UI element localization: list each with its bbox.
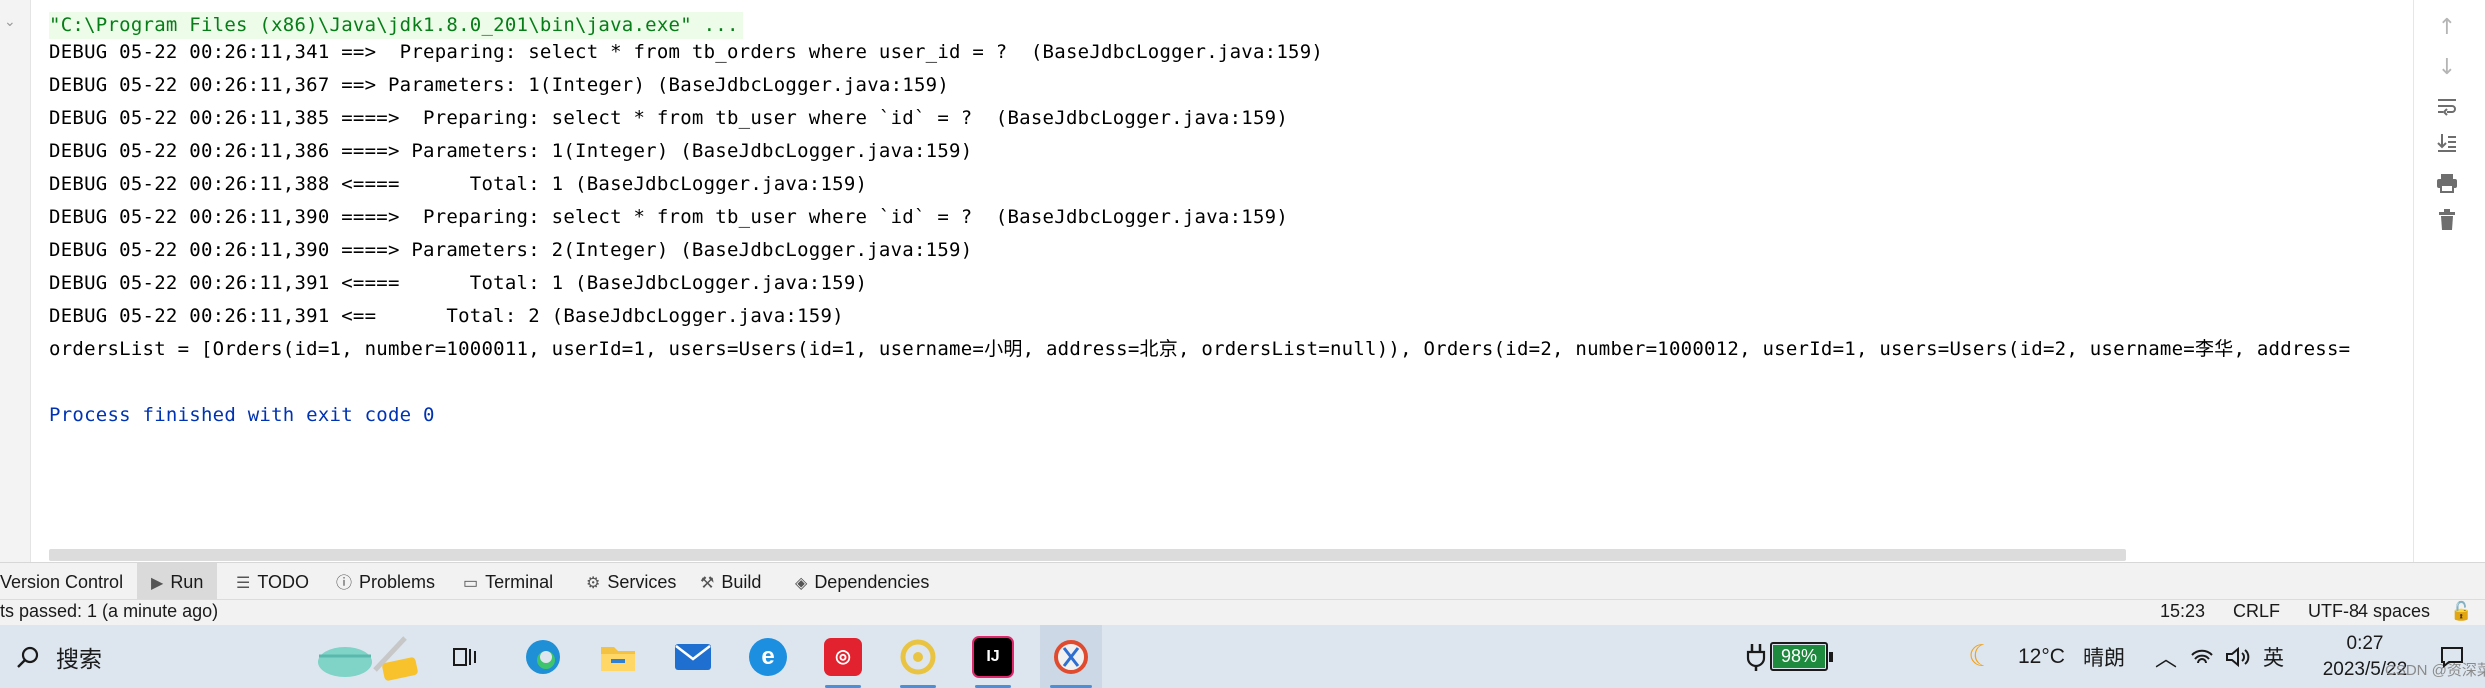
tab-build[interactable]: ⚒ Build	[700, 563, 761, 600]
scroll-up-icon[interactable]: ↑	[2432, 12, 2462, 42]
search-highlight-image	[310, 625, 425, 688]
terminal-icon: ▭	[463, 575, 479, 592]
scroll-down-icon[interactable]: ↓	[2432, 52, 2462, 82]
app-icon-yellow[interactable]	[890, 625, 946, 688]
tab-label: Dependencies	[814, 572, 930, 592]
console-toolbar: ↑ ↓	[2413, 0, 2485, 562]
intellij-idea-icon[interactable]: IJ	[965, 625, 1021, 688]
trash-icon[interactable]	[2432, 205, 2462, 235]
tab-label: Build	[721, 572, 762, 592]
power-plug-icon[interactable]	[1745, 625, 1767, 688]
weather-text[interactable]: 晴朗	[2083, 625, 2125, 688]
tab-label: Version Control	[0, 572, 124, 592]
clock-time: 0:27	[2346, 632, 2384, 654]
tab-run[interactable]: ▶ Run	[137, 563, 218, 600]
netease-music-icon[interactable]: ◎	[815, 625, 871, 688]
layers-icon: ◈	[795, 575, 808, 592]
search-icon[interactable]	[8, 625, 48, 688]
tab-label: Terminal	[485, 572, 554, 592]
run-console[interactable]: ⌄ "C:\Program Files (x86)\Java\jdk1.8.0_…	[0, 0, 2485, 562]
console-line-command: "C:\Program Files (x86)\Java\jdk1.8.0_20…	[49, 12, 743, 39]
tab-label: Services	[607, 572, 677, 592]
console-line-exit: Process finished with exit code 0	[49, 404, 435, 426]
console-line: DEBUG 05-22 00:26:11,390 ====> Parameter…	[49, 239, 973, 261]
snipping-tool-icon[interactable]	[1040, 625, 1102, 688]
temperature[interactable]: 12°C	[2018, 625, 2065, 688]
wifi-icon[interactable]	[2190, 625, 2214, 688]
file-explorer-icon[interactable]	[590, 625, 646, 688]
horizontal-scrollbar[interactable]	[49, 549, 2126, 561]
volume-icon[interactable]	[2225, 625, 2251, 688]
print-icon[interactable]	[2432, 168, 2462, 198]
console-output[interactable]: "C:\Program Files (x86)\Java\jdk1.8.0_20…	[49, 12, 2409, 435]
console-line: DEBUG 05-22 00:26:11,341 ==> Preparing: …	[49, 41, 1324, 63]
console-gutter: ⌄	[0, 0, 31, 562]
tab-todo[interactable]: ☰ TODO	[236, 563, 309, 600]
console-line: DEBUG 05-22 00:26:11,385 ====> Preparing…	[49, 107, 1289, 129]
tab-dependencies[interactable]: ◈ Dependencies	[795, 563, 929, 600]
soft-wrap-icon[interactable]	[2432, 91, 2462, 121]
battery-indicator[interactable]: 98%	[1770, 625, 1834, 688]
scroll-to-end-icon[interactable]	[2432, 128, 2462, 158]
search-box[interactable]: 搜索	[56, 625, 176, 688]
line-ending[interactable]: CRLF	[2233, 601, 2280, 622]
mail-icon[interactable]	[665, 625, 721, 688]
fold-marker-icon[interactable]: ⌄	[4, 14, 16, 30]
ime-indicator[interactable]: 英	[2263, 625, 2284, 688]
console-line: DEBUG 05-22 00:26:11,388 <==== Total: 1 …	[49, 173, 868, 195]
lock-icon[interactable]: 🔓	[2450, 601, 2472, 622]
notification-icon[interactable]	[2440, 625, 2464, 688]
tab-label: Run	[170, 572, 204, 592]
tab-label: Problems	[359, 572, 436, 592]
tab-problems[interactable]: ⓘ Problems	[336, 563, 435, 600]
edge-browser-icon[interactable]	[515, 625, 571, 688]
console-line: DEBUG 05-22 00:26:11,391 <==== Total: 1 …	[49, 272, 868, 294]
console-line: DEBUG 05-22 00:26:11,386 ====> Parameter…	[49, 140, 973, 162]
status-message[interactable]: ts passed: 1 (a minute ago)	[0, 601, 218, 622]
console-line: DEBUG 05-22 00:26:11,391 <== Total: 2 (B…	[49, 305, 844, 327]
tab-label: TODO	[257, 572, 310, 592]
caret-position[interactable]: 15:23	[2160, 601, 2205, 622]
hammer-icon: ⚒	[700, 575, 715, 592]
task-view-icon[interactable]	[440, 625, 490, 688]
tool-window-bar: Version Control ▶ Run ☰ TODO ⓘ Problems ▭ Te…	[0, 562, 2485, 600]
console-line: DEBUG 05-22 00:26:11,367 ==> Parameters:…	[49, 74, 950, 96]
ie-browser-icon[interactable]: e	[740, 625, 796, 688]
console-line: DEBUG 05-22 00:26:11,390 ====> Preparing…	[49, 206, 1289, 228]
tab-services[interactable]: ⚙ Services	[586, 563, 676, 600]
tab-terminal[interactable]: ▭ Terminal	[463, 563, 553, 600]
list-icon: ☰	[236, 575, 251, 592]
chevron-up-icon[interactable]: ︿	[2155, 625, 2177, 688]
file-encoding[interactable]: UTF-8	[2308, 601, 2359, 622]
run-icon: ▶	[151, 575, 164, 592]
windows-taskbar: 搜索 e ◎ IJ 98% ☾ 12°C 晴朗 ︿ 英 0:27 2023/5/…	[0, 625, 2485, 688]
tab-version-control[interactable]: Version Control	[0, 563, 129, 600]
status-bar: ts passed: 1 (a minute ago) 15:23 CRLF U…	[0, 599, 2485, 625]
battery-percent: 98%	[1773, 645, 1826, 668]
moon-weather-icon: ☾	[1968, 640, 1995, 673]
services-icon: ⚙	[586, 575, 601, 592]
indent-setting[interactable]: 4 spaces	[2358, 601, 2430, 622]
console-line-orders-list: ordersList = [Orders(id=1, number=100001…	[49, 338, 2351, 360]
info-icon: ⓘ	[336, 575, 353, 592]
watermark: CSDN @资深菜鸟	[2385, 661, 2485, 679]
